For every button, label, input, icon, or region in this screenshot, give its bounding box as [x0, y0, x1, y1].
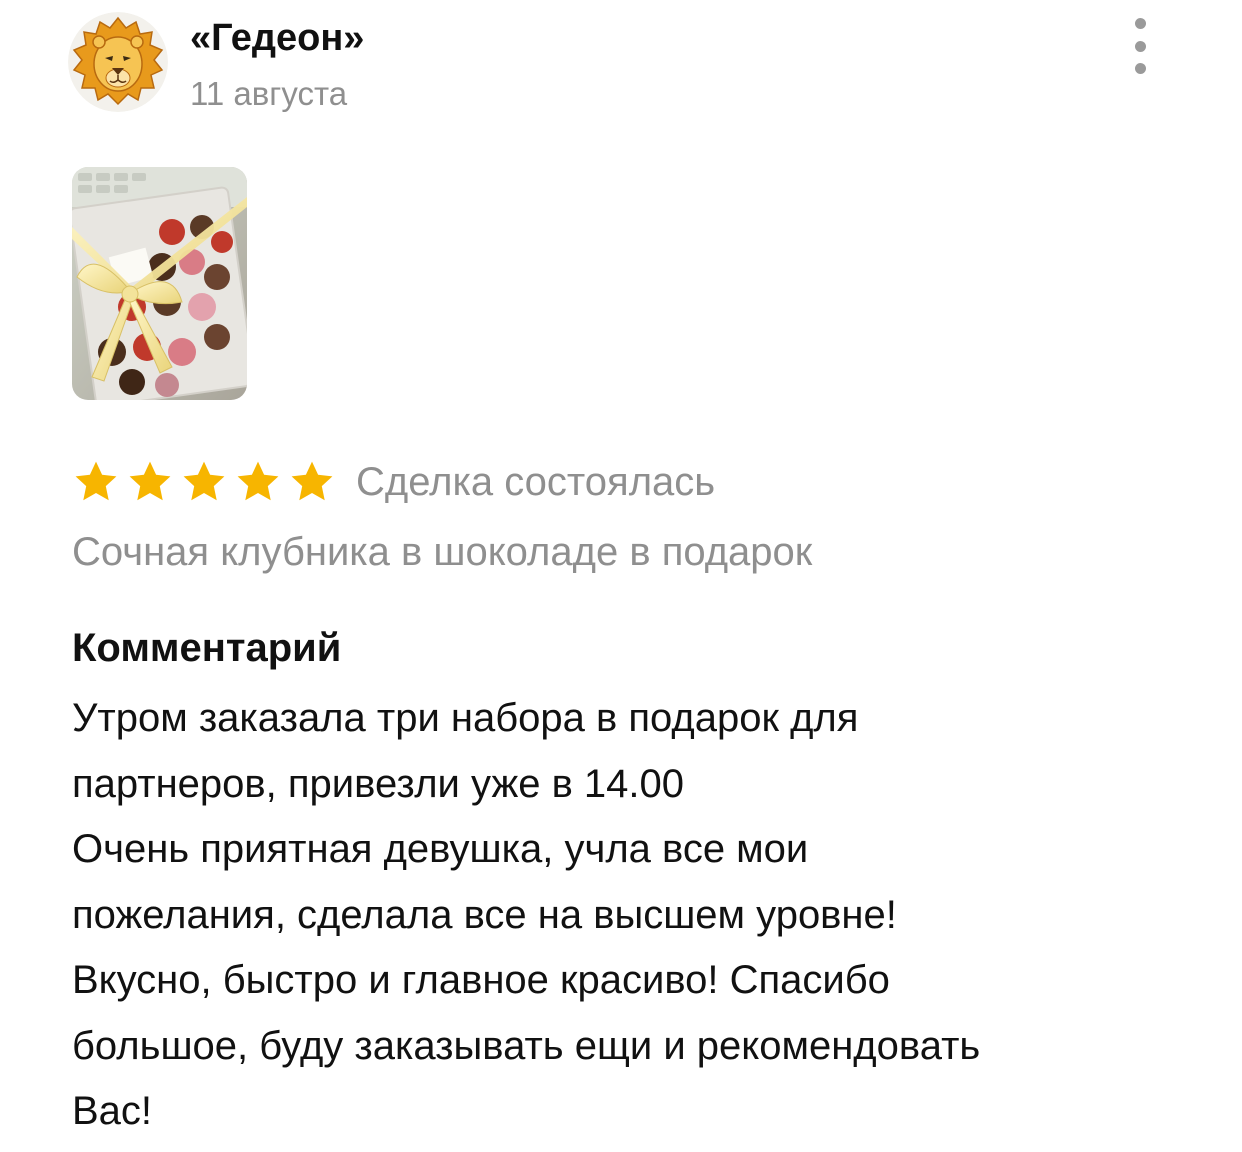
- more-vertical-icon-dot: [1134, 40, 1146, 52]
- comment-line: большое, буду заказывать ещи и рекомендо…: [72, 1023, 981, 1068]
- more-vertical-icon-dot: [1134, 63, 1146, 74]
- rating-stars: [72, 458, 336, 506]
- more-vertical-icon: [1134, 18, 1146, 29]
- star-icon: [288, 458, 336, 506]
- author-name[interactable]: «Гедеон»: [190, 14, 364, 62]
- comment-line: Утром заказала три набора в подарок для: [72, 696, 859, 740]
- comment-line: пожелания, сделала все на высшем уровне!: [72, 892, 897, 937]
- star-icon: [234, 458, 282, 506]
- more-options-button[interactable]: [1120, 18, 1160, 74]
- author-avatar[interactable]: [68, 12, 168, 112]
- comment-line: Очень приятная девушка, учла все мои: [72, 827, 809, 871]
- star-icon: [126, 458, 174, 506]
- deal-status: Сделка состоялась: [356, 460, 716, 504]
- star-icon: [72, 458, 120, 506]
- comment-heading: Комментарий: [72, 626, 342, 670]
- lion-avatar-icon: [68, 12, 168, 112]
- rating-row: Сделка состоялась: [72, 452, 715, 512]
- comment-line: Вас!: [72, 1089, 153, 1133]
- comment-text: Утром заказала три набора в подарок для …: [72, 686, 1172, 1145]
- comment-line: Вкусно, быстро и главное красиво! Спасиб…: [72, 958, 890, 1002]
- product-title-link[interactable]: Сочная клубника в шоколаде в подарок: [72, 524, 812, 580]
- star-icon: [180, 458, 228, 506]
- review-date: 11 августа: [190, 75, 348, 112]
- comment-line: партнеров, привезли уже в 14.00: [72, 761, 685, 806]
- photo-thumbnail-image: [72, 167, 247, 400]
- review-photo[interactable]: [72, 167, 247, 400]
